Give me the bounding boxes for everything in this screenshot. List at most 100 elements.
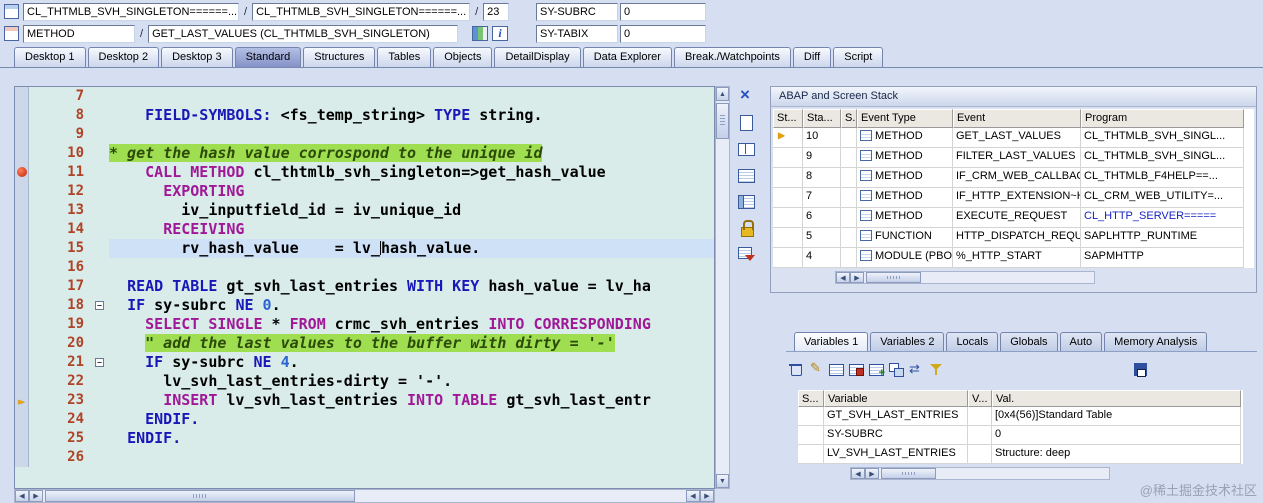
- event-kind-field[interactable]: METHOD: [23, 24, 135, 43]
- tab-memory-analysis[interactable]: Memory Analysis: [1104, 332, 1208, 351]
- scroll-left-button[interactable]: ◀: [836, 272, 850, 283]
- tab-locals[interactable]: Locals: [946, 332, 999, 351]
- tab-diff[interactable]: Diff: [792, 47, 832, 67]
- code-line[interactable]: 26: [15, 448, 714, 467]
- scroll-up-button[interactable]: ▲: [716, 87, 729, 101]
- gutter-margin[interactable]: [15, 277, 29, 296]
- scroll-right-button[interactable]: ▶: [865, 468, 879, 479]
- line-number[interactable]: 9: [29, 125, 93, 144]
- fold-toggle-icon[interactable]: −: [93, 296, 109, 315]
- editor-horizontal-scrollbar[interactable]: ◀ ▶ ◀ ▶: [14, 489, 715, 503]
- code-line[interactable]: 15 rv_hash_value = lv_hash_value.: [15, 239, 714, 258]
- scroll-right-button[interactable]: ▶: [850, 272, 864, 283]
- code-text[interactable]: * get the hash value corrospond to the u…: [109, 144, 714, 163]
- code-line[interactable]: 17 READ TABLE gt_svh_last_entries WITH K…: [15, 277, 714, 296]
- code-line[interactable]: 11 CALL METHOD cl_thtmlb_svh_singleton=>…: [15, 163, 714, 182]
- code-text[interactable]: EXPORTING: [109, 182, 714, 201]
- scrollbar-track[interactable]: [716, 101, 729, 474]
- line-number[interactable]: 25: [29, 429, 93, 448]
- scroll-right-button[interactable]: ▶: [700, 490, 714, 502]
- table-icon[interactable]: [828, 361, 844, 377]
- line-number[interactable]: 16: [29, 258, 93, 277]
- line-number[interactable]: 26: [29, 448, 93, 467]
- swap-icon[interactable]: [908, 361, 924, 377]
- tab-objects[interactable]: Objects: [433, 47, 493, 67]
- tab-globals[interactable]: Globals: [1000, 332, 1058, 351]
- code-text[interactable]: [109, 125, 714, 144]
- code-text[interactable]: RECEIVING: [109, 220, 714, 239]
- tab-desktop-2[interactable]: Desktop 2: [87, 47, 160, 67]
- gutter-margin[interactable]: [15, 125, 29, 144]
- code-text[interactable]: ENDIF.: [109, 410, 714, 429]
- scroll-left-button[interactable]: ◀: [686, 490, 700, 502]
- gutter-margin[interactable]: [15, 220, 29, 239]
- fold-toggle-icon[interactable]: −: [93, 353, 109, 372]
- code-text[interactable]: iv_inputfield_id = iv_unique_id: [109, 201, 714, 220]
- stack-row[interactable]: 4 MODULE (PBO) %_HTTP_START SAPMHTTP: [773, 248, 1254, 268]
- split-screen-icon[interactable]: [737, 140, 755, 158]
- line-number[interactable]: 17: [29, 277, 93, 296]
- create-session-icon[interactable]: [737, 114, 755, 132]
- line-number[interactable]: 11: [29, 163, 93, 182]
- gutter-margin[interactable]: [15, 239, 29, 258]
- scroll-right-button[interactable]: ▶: [29, 490, 43, 502]
- tools-icon[interactable]: [737, 244, 755, 262]
- tab-script[interactable]: Script: [833, 47, 884, 67]
- tab-detaildisplay[interactable]: DetailDisplay: [494, 47, 581, 67]
- code-text[interactable]: ENDIF.: [109, 429, 714, 448]
- code-text[interactable]: rv_hash_value = lv_hash_value.: [109, 239, 714, 258]
- delete-icon[interactable]: [788, 361, 804, 377]
- line-number[interactable]: 12: [29, 182, 93, 201]
- watch-variable-field[interactable]: SY-TABIX: [536, 24, 618, 43]
- gutter-margin[interactable]: [15, 144, 29, 163]
- stack-row[interactable]: 7 METHOD IF_HTTP_EXTENSION~H... CL_CRM_WEB_…: [773, 188, 1254, 208]
- stack-row[interactable]: ► 10 METHOD GET_LAST_VALUES CL_THTMLB_SVH_SI…: [773, 128, 1254, 148]
- tab-standard[interactable]: Standard: [234, 47, 302, 67]
- line-number[interactable]: 20: [29, 334, 93, 353]
- code-line[interactable]: 13 iv_inputfield_id = iv_unique_id: [15, 201, 714, 220]
- scrollbar-track[interactable]: [879, 468, 1109, 479]
- gutter-margin[interactable]: [15, 201, 29, 220]
- code-line[interactable]: 9: [15, 125, 714, 144]
- line-number[interactable]: 13: [29, 201, 93, 220]
- code-text[interactable]: SELECT SINGLE * FROM crmc_svh_entries IN…: [109, 315, 714, 334]
- scrollbar-thumb[interactable]: [716, 103, 729, 139]
- code-text[interactable]: [109, 87, 714, 106]
- tab-desktop-3[interactable]: Desktop 3: [161, 47, 233, 67]
- goto-source-icon[interactable]: [472, 26, 489, 41]
- code-line[interactable]: 16: [15, 258, 714, 277]
- line-number[interactable]: 14: [29, 220, 93, 239]
- code-line[interactable]: 21− IF sy-subrc NE 4.: [15, 353, 714, 372]
- stack-row[interactable]: 9 METHOD FILTER_LAST_VALUES CL_THTMLB_SVH_S…: [773, 148, 1254, 168]
- execution-arrow-icon[interactable]: ►: [15, 391, 29, 410]
- code-text[interactable]: INSERT lv_svh_last_entries INTO TABLE gt…: [109, 391, 714, 410]
- gutter-margin[interactable]: [15, 296, 29, 315]
- variables-horizontal-scrollbar[interactable]: ◀ ▶: [850, 467, 1110, 480]
- scrollbar-track[interactable]: [43, 490, 686, 502]
- event-field[interactable]: GET_LAST_VALUES (CL_THTMLB_SVH_SINGLETON…: [148, 24, 459, 43]
- stack-row[interactable]: 6 METHOD EXECUTE_REQUEST CL_HTTP_SERVER====…: [773, 208, 1254, 228]
- stack-horizontal-scrollbar[interactable]: ◀ ▶: [835, 271, 1095, 284]
- scroll-left-button[interactable]: ◀: [851, 468, 865, 479]
- line-number[interactable]: 24: [29, 410, 93, 429]
- code-text[interactable]: CALL METHOD cl_thtmlb_svh_singleton=>get…: [109, 163, 714, 182]
- code-line[interactable]: 24 ENDIF.: [15, 410, 714, 429]
- code-text[interactable]: [109, 258, 714, 277]
- save-icon[interactable]: [1133, 361, 1149, 377]
- code-line[interactable]: 25 ENDIF.: [15, 429, 714, 448]
- code-line[interactable]: 18− IF sy-subrc NE 0.: [15, 296, 714, 315]
- insert-icon[interactable]: [868, 361, 885, 379]
- gutter-margin[interactable]: [15, 410, 29, 429]
- main-program-field[interactable]: CL_THTMLB_SVH_SINGLETON======...: [23, 2, 239, 21]
- code-line[interactable]: 22 lv_svh_last_entries-dirty = '-'.: [15, 372, 714, 391]
- line-number[interactable]: 7: [29, 87, 93, 106]
- line-number[interactable]: 23: [29, 391, 93, 410]
- include-field[interactable]: CL_THTMLB_SVH_SINGLETON======...: [252, 2, 471, 21]
- line-number[interactable]: 15: [29, 239, 93, 258]
- variable-row[interactable]: LV_SVH_LAST_ENTRIES Structure: deep: [798, 445, 1243, 464]
- line-number[interactable]: 18: [29, 296, 93, 315]
- watch-variable-field[interactable]: SY-SUBRC: [536, 2, 618, 21]
- code-text[interactable]: IF sy-subrc NE 4.: [109, 353, 714, 372]
- variable-row[interactable]: SY-SUBRC 0: [798, 426, 1243, 445]
- gutter-margin[interactable]: [15, 353, 29, 372]
